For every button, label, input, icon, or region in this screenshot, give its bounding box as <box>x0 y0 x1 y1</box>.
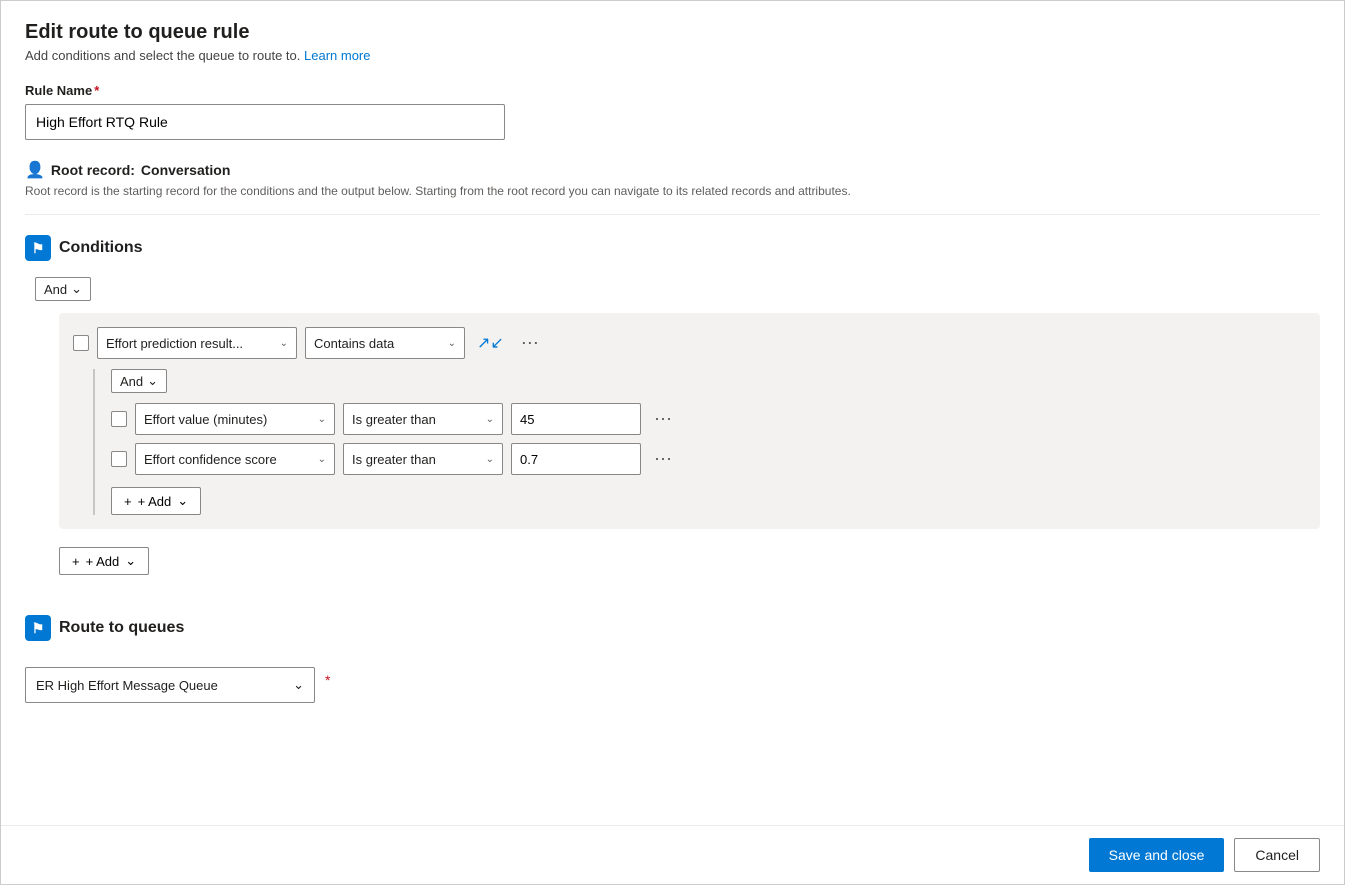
sub-condition-checkbox-1[interactable] <box>111 411 127 427</box>
conditions-area: And ⌄ Effort prediction result... ⌄ Cont… <box>35 277 1320 575</box>
footer-bar: Save and close Cancel <box>1 825 1344 884</box>
learn-more-link[interactable]: Learn more <box>304 48 370 63</box>
conditions-title: Conditions <box>59 239 143 257</box>
chevron-down-icon: ⌄ <box>293 677 304 693</box>
plus-icon: + <box>72 554 80 569</box>
operator-select-top[interactable]: Contains data ⌄ <box>305 327 465 359</box>
divider <box>25 214 1320 215</box>
save-close-button[interactable]: Save and close <box>1089 838 1225 872</box>
chevron-down-icon: ⌄ <box>486 454 494 465</box>
and-badge-outer[interactable]: And ⌄ <box>35 277 91 301</box>
route-icon: ⚑ <box>25 615 51 641</box>
condition-checkbox-top[interactable] <box>73 335 89 351</box>
chevron-down-icon: ⌄ <box>71 281 82 297</box>
more-options-button-2[interactable]: ⋯ <box>649 445 677 473</box>
route-section-title: Route to queues <box>59 619 184 637</box>
sub-condition-row-2: Effort confidence score ⌄ Is greater tha… <box>111 443 1306 475</box>
sub-operator-select-2[interactable]: Is greater than ⌄ <box>343 443 503 475</box>
page-title: Edit route to queue rule <box>25 21 1320 44</box>
condition-group: Effort prediction result... ⌄ Contains d… <box>59 313 1320 529</box>
sub-operator-select-1[interactable]: Is greater than ⌄ <box>343 403 503 435</box>
outer-add-button[interactable]: + + Add ⌄ <box>59 547 149 575</box>
chevron-down-icon: ⌄ <box>448 338 456 349</box>
chevron-down-icon: ⌄ <box>280 338 288 349</box>
sub-conditions: And ⌄ Effort value (minutes) ⌄ Is greate… <box>93 369 1306 515</box>
queue-select-row: ER High Effort Message Queue ⌄ * <box>25 657 1320 703</box>
page-wrapper: Edit route to queue rule Add conditions … <box>0 0 1345 885</box>
more-options-button-top[interactable]: ⋯ <box>516 329 544 357</box>
cancel-button[interactable]: Cancel <box>1234 838 1320 872</box>
chevron-down-icon: ⌄ <box>147 373 158 389</box>
conditions-icon: ⚑ <box>25 235 51 261</box>
route-section-header: ⚑ Route to queues <box>25 615 1320 641</box>
nested-add-button[interactable]: + + Add ⌄ <box>111 487 201 515</box>
sub-condition-checkbox-2[interactable] <box>111 451 127 467</box>
queue-dropdown[interactable]: ER High Effort Message Queue ⌄ <box>25 667 315 703</box>
rule-name-input[interactable] <box>25 104 505 140</box>
expand-button-top[interactable]: ↗↙ <box>473 329 508 357</box>
plus-icon: + <box>124 494 132 509</box>
conditions-section-header: ⚑ Conditions <box>25 235 1320 261</box>
sub-field-select-1[interactable]: Effort value (minutes) ⌄ <box>135 403 335 435</box>
root-record-title: 👤 Root record: Conversation <box>25 160 1320 180</box>
chevron-down-icon: ⌄ <box>125 553 136 569</box>
and-badge-nested[interactable]: And ⌄ <box>111 369 167 393</box>
chevron-down-icon: ⌄ <box>486 414 494 425</box>
root-record-icon: 👤 <box>25 160 45 180</box>
chevron-down-icon: ⌄ <box>318 454 326 465</box>
sub-value-input-1[interactable] <box>511 403 641 435</box>
root-record-section: 👤 Root record: Conversation Root record … <box>25 160 1320 198</box>
route-to-queues-section: ⚑ Route to queues ER High Effort Message… <box>25 615 1320 703</box>
more-options-button-1[interactable]: ⋯ <box>649 405 677 433</box>
sub-value-input-2[interactable] <box>511 443 641 475</box>
root-record-desc: Root record is the starting record for t… <box>25 184 1320 198</box>
chevron-down-icon: ⌄ <box>318 414 326 425</box>
condition-row-top: Effort prediction result... ⌄ Contains d… <box>73 327 1306 359</box>
outer-add-wrapper: + + Add ⌄ <box>59 543 1320 575</box>
field-select-top[interactable]: Effort prediction result... ⌄ <box>97 327 297 359</box>
queue-required-star: * <box>325 672 330 688</box>
rule-name-label: Rule Name* <box>25 83 1320 98</box>
sub-field-select-2[interactable]: Effort confidence score ⌄ <box>135 443 335 475</box>
chevron-down-icon: ⌄ <box>177 493 188 509</box>
page-subtitle: Add conditions and select the queue to r… <box>25 48 1320 63</box>
sub-condition-row-1: Effort value (minutes) ⌄ Is greater than… <box>111 403 1306 435</box>
